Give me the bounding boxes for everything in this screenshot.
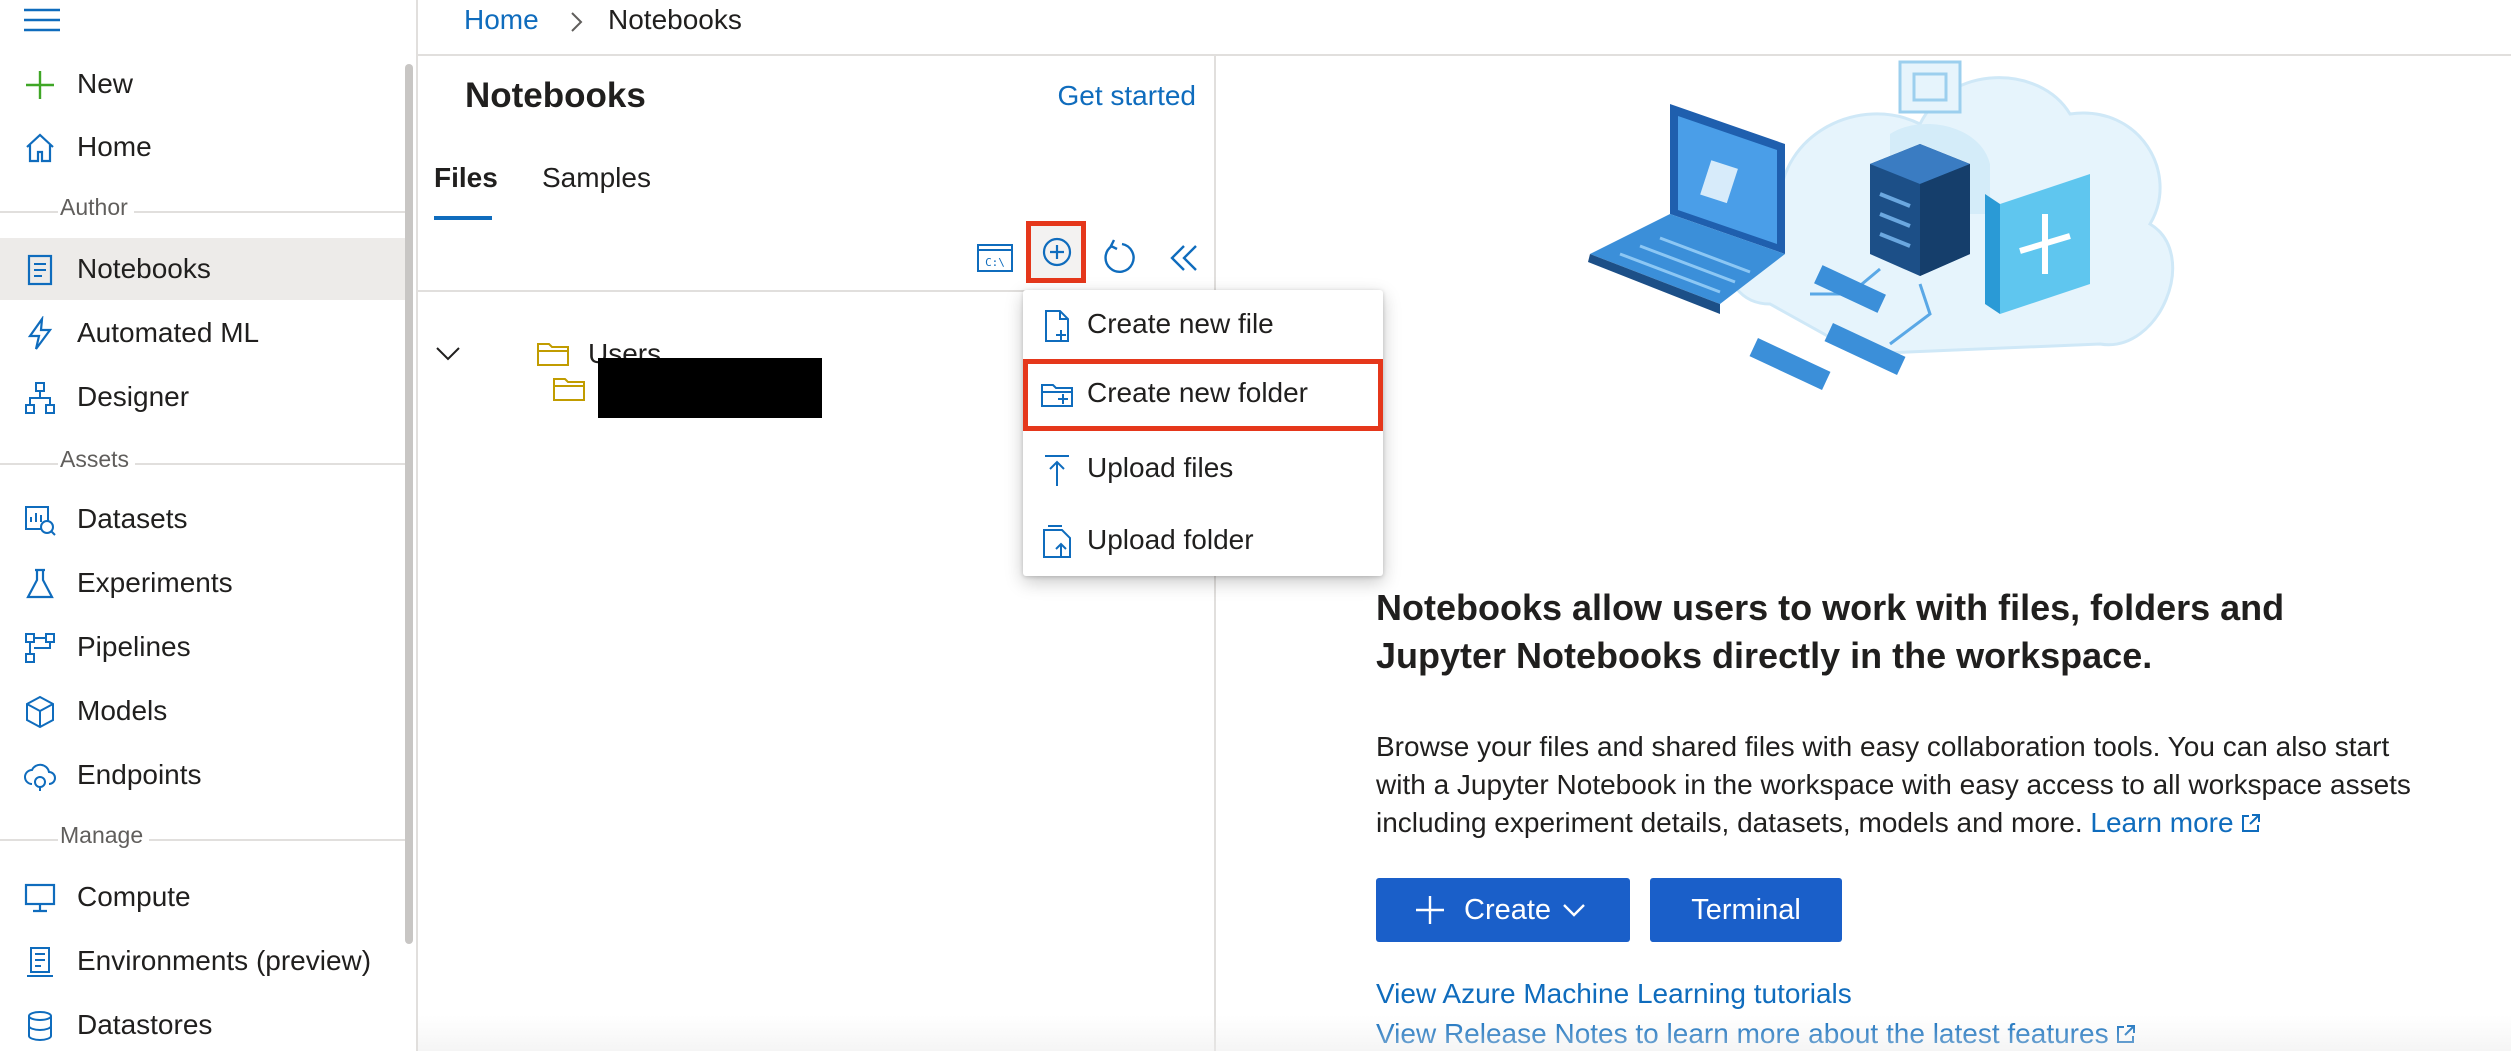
menu-item-create-new-file[interactable]: Create new file (1023, 290, 1383, 362)
plus-icon (26, 71, 54, 99)
new-folder-icon (1041, 384, 1073, 407)
external-link-icon (2241, 814, 2260, 832)
nav-section-assets: Assets (0, 446, 405, 482)
cloud-notebook-illustration (1588, 60, 2175, 390)
automl-icon (27, 316, 53, 350)
nav-item-new[interactable]: New (0, 53, 405, 115)
nav-item-label: New (77, 68, 134, 99)
nav-item-label: Designer (77, 381, 190, 412)
breadcrumb-current: Notebooks (608, 4, 742, 35)
tab-files[interactable]: Files (434, 162, 498, 194)
main-description: Browse your files and shared files with … (1376, 728, 2416, 842)
nav-item-environments[interactable]: Environments (preview) (0, 930, 405, 992)
menu-item-upload-files[interactable]: Upload files (1023, 434, 1383, 506)
nav-item-models[interactable]: Models (0, 680, 405, 742)
designer-icon (25, 382, 55, 414)
hamburger-menu-icon[interactable] (22, 6, 62, 34)
left-navigation: New Home Author Notebooks Automated ML D… (0, 0, 418, 1051)
nav-item-datasets[interactable]: Datasets (0, 488, 405, 550)
notebook-icon (27, 254, 53, 286)
add-circle-icon (1042, 237, 1072, 267)
create-button[interactable]: Create (1376, 878, 1630, 942)
breadcrumb-home-link[interactable]: Home (464, 4, 539, 36)
nav-section-manage: Manage (0, 822, 405, 858)
breadcrumb: Home Notebooks (418, 0, 2511, 56)
new-file-icon (1045, 310, 1069, 342)
home-icon (26, 133, 54, 163)
nav-item-label: Compute (77, 881, 191, 912)
nav-item-label: Environments (preview) (77, 945, 372, 976)
folder-icon[interactable] (552, 374, 586, 404)
nav-item-pipelines[interactable]: Pipelines (0, 616, 405, 678)
nav-item-label: Notebooks (77, 253, 211, 284)
nav-scrollbar[interactable] (405, 64, 413, 944)
endpoint-icon (24, 763, 56, 791)
nav-item-label: Home (77, 131, 152, 162)
plus-icon (1416, 896, 1444, 924)
nav-item-notebooks[interactable]: Notebooks (0, 238, 405, 300)
active-tab-indicator (434, 216, 492, 220)
add-context-menu: Create new file Create new folder Upload… (1023, 290, 1383, 576)
flask-icon (26, 568, 54, 599)
pipeline-icon (25, 633, 55, 663)
nav-item-automated-ml[interactable]: Automated ML (0, 302, 405, 364)
main-headline: Notebooks allow users to work with files… (1376, 587, 2285, 676)
nav-item-datastores[interactable]: Datastores (0, 994, 405, 1051)
database-icon (28, 1011, 52, 1042)
dataset-icon (25, 506, 56, 536)
collapse-pane-icon[interactable] (1162, 236, 1206, 280)
environment-icon (27, 947, 53, 977)
nav-item-designer[interactable]: Designer (0, 366, 405, 428)
terminal-icon[interactable]: C:\ (974, 236, 1018, 280)
chevron-down-icon (1563, 904, 1585, 917)
upload-icon (1045, 455, 1069, 486)
pane-title: Notebooks (465, 76, 646, 115)
menu-item-create-new-folder[interactable]: Create new folder (1023, 359, 1383, 431)
nav-item-compute[interactable]: Compute (0, 866, 405, 928)
nav-item-label: Datastores (77, 1009, 213, 1040)
nav-section-author: Author (0, 194, 405, 230)
nav-item-home[interactable]: Home (0, 116, 405, 178)
add-files-button[interactable] (1026, 221, 1086, 283)
terminal-button[interactable]: Terminal (1650, 878, 1842, 942)
tab-samples[interactable]: Samples (542, 162, 651, 194)
nav-item-label: Experiments (77, 567, 233, 598)
get-started-link[interactable]: Get started (1057, 80, 1196, 112)
nav-item-label: Datasets (77, 503, 188, 534)
monitor-icon (24, 883, 56, 913)
nav-item-experiments[interactable]: Experiments (0, 552, 405, 614)
external-link-icon (2116, 1025, 2135, 1043)
cube-icon (26, 695, 54, 729)
release-notes-link[interactable]: View Release Notes to learn more about t… (1376, 1018, 2137, 1050)
menu-item-upload-folder[interactable]: Upload folder (1023, 506, 1383, 578)
chevron-right-icon (571, 12, 583, 32)
nav-item-label: Endpoints (77, 759, 202, 790)
folder-icon (537, 343, 569, 366)
redacted-folder-name[interactable] (598, 358, 822, 418)
svg-text:C:\: C:\ (985, 256, 1005, 269)
upload-folder-icon (1043, 525, 1071, 558)
nav-item-label: Pipelines (77, 631, 191, 662)
refresh-icon[interactable] (1098, 236, 1142, 280)
nav-item-endpoints[interactable]: Endpoints (0, 744, 405, 806)
chevron-down-icon[interactable] (434, 344, 462, 364)
nav-item-label: Automated ML (77, 317, 260, 348)
tutorials-link[interactable]: View Azure Machine Learning tutorials (1376, 978, 1852, 1010)
learn-more-link[interactable]: Learn more (2090, 807, 2261, 838)
nav-item-label: Models (77, 695, 168, 726)
